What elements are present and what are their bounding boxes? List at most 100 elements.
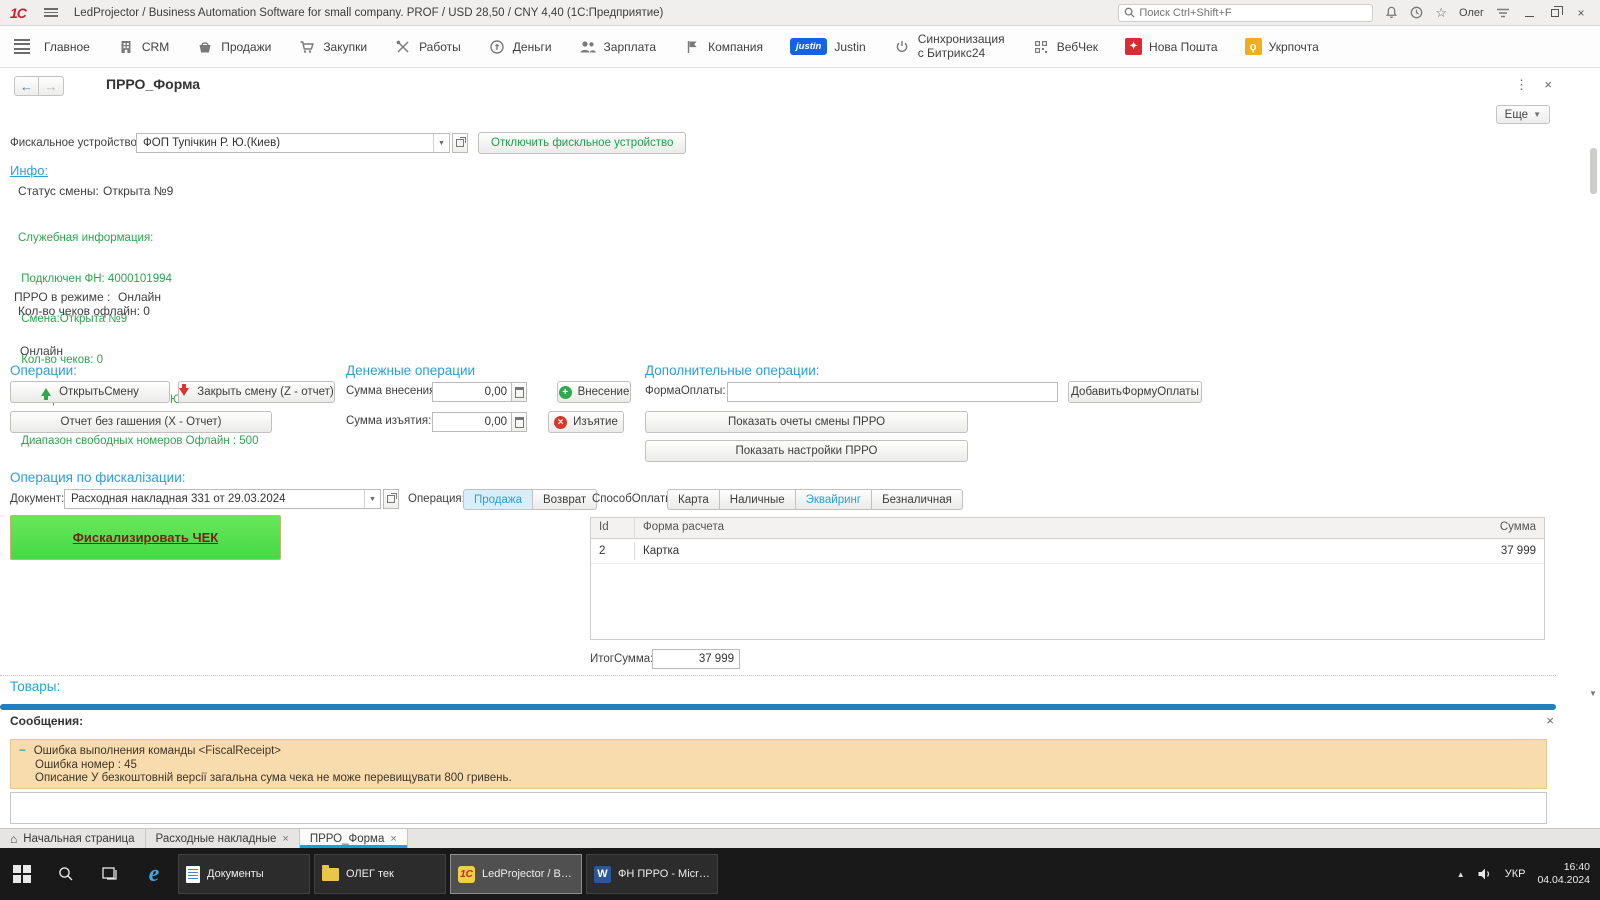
global-search[interactable] [1118, 4, 1373, 22]
column-header-sum[interactable]: Сумма [1434, 518, 1544, 538]
restore-button[interactable] [1548, 6, 1562, 20]
payment-acquiring-option[interactable]: Эквайринг [796, 489, 872, 510]
splitter-bar[interactable] [0, 704, 1556, 710]
close-shift-button[interactable]: Закрыть смену (Z - отчет) [178, 381, 335, 403]
close-tab-icon[interactable]: × [390, 833, 396, 845]
deposit-sum-input[interactable] [432, 382, 511, 402]
close-window-button[interactable]: × [1574, 6, 1588, 20]
withdraw-button[interactable]: × Изъятие [548, 411, 624, 433]
operation-sale-option[interactable]: Продажа [463, 489, 533, 510]
nav-item-bitrix-sync[interactable]: Синхронизация с Битрикс24 [893, 33, 1005, 61]
close-tab-icon[interactable]: × [282, 833, 288, 845]
column-header-id[interactable]: Id [591, 518, 635, 538]
tab-prro-forma[interactable]: ПРРО_Форма × [300, 829, 408, 848]
tab-home[interactable]: ⌂ Начальная страница [0, 829, 146, 848]
open-fiscal-device-link-button[interactable] [452, 133, 468, 153]
collapse-icon[interactable]: − [19, 745, 26, 757]
form-menu-dots-icon[interactable]: ⋮ [1515, 77, 1528, 93]
green-up-arrow-icon [41, 388, 51, 396]
add-payment-form-button[interactable]: ДобавитьФормуОплаты [1068, 381, 1202, 403]
nav-item-nova-poshta[interactable]: ✦ Нова Пошта [1125, 38, 1218, 55]
nav-item-prodazhi[interactable]: Продажи [196, 38, 271, 56]
money-operations-header: Денежные операции [346, 363, 475, 378]
deposit-button[interactable]: + Внесение [557, 381, 631, 403]
chevron-down-icon[interactable]: ▼ [433, 134, 449, 152]
minimize-button[interactable] [1522, 6, 1536, 20]
column-header-form[interactable]: Форма расчета [635, 518, 1434, 538]
fiscalize-check-button[interactable]: Фискализировать ЧЕК [10, 515, 281, 560]
payment-cashless-option[interactable]: Безналичная [872, 489, 963, 510]
task-view-button[interactable] [88, 848, 132, 900]
speaker-icon[interactable] [1477, 867, 1493, 881]
nav-item-kompaniya[interactable]: Компания [683, 38, 763, 56]
nav-item-webchek[interactable]: ВебЧек [1032, 38, 1098, 56]
tab-rashodnye-nakladnye[interactable]: Расходные накладные × [146, 829, 300, 848]
settings-filter-icon[interactable] [1496, 7, 1510, 19]
messages-close-icon[interactable]: × [1546, 713, 1554, 728]
search-input[interactable] [1139, 7, 1367, 19]
payment-form-input[interactable] [727, 382, 1058, 402]
nav-item-glavnoe[interactable]: Главное [44, 40, 90, 54]
taskbar-app-ledprojector[interactable]: 1С LedProjector / Busi... [450, 854, 582, 894]
1c-app-icon: 1С [458, 866, 475, 883]
withdraw-sum-input[interactable] [432, 412, 511, 432]
forward-button[interactable]: → [39, 76, 64, 96]
table-row[interactable]: 2 Картка 37 999 [591, 539, 1544, 564]
open-document-link-button[interactable] [383, 489, 399, 509]
open-shift-button[interactable]: ОткрытьСмену [10, 381, 170, 403]
calculator-icon[interactable] [511, 382, 527, 402]
x-report-button[interactable]: Отчет без гашения (X - Отчет) [10, 411, 272, 433]
notifications-bell-icon[interactable] [1385, 6, 1398, 19]
document-combobox[interactable]: Расходная накладная 331 от 29.03.2024 ▼ [64, 489, 381, 509]
nav-label: CRM [142, 40, 169, 54]
user-menu[interactable]: Олег [1459, 7, 1484, 19]
cell-id: 2 [591, 542, 635, 560]
nav-item-zarplata[interactable]: Зарплата [579, 38, 657, 56]
error-line: Ошибка номер : 45 [19, 759, 1538, 773]
info-link[interactable]: Инфо: [10, 163, 48, 178]
nav-item-zakupki[interactable]: Закупки [298, 38, 367, 56]
language-indicator[interactable]: УКР [1505, 868, 1526, 880]
fiscal-device-combobox[interactable]: ФОП Тупічкин Р. Ю.(Киев) ▼ [136, 133, 450, 153]
task-view-icon [102, 867, 119, 882]
nav-item-raboty[interactable]: Работы [394, 38, 461, 56]
tray-expand-icon[interactable]: ▲ [1457, 870, 1465, 879]
favorites-star-icon[interactable]: ☆ [1435, 6, 1447, 19]
search-icon [1124, 7, 1135, 18]
internet-explorer-button[interactable]: e [132, 848, 176, 900]
payment-card-option[interactable]: Карта [667, 489, 720, 510]
total-sum-input[interactable] [652, 649, 740, 669]
history-clock-icon[interactable] [1410, 6, 1423, 19]
payment-cash-option[interactable]: Наличные [720, 489, 796, 510]
tab-label: Начальная страница [23, 833, 134, 845]
nav-item-crm[interactable]: CRM [117, 38, 169, 56]
nav-item-dengi[interactable]: Деньги [488, 38, 552, 56]
nav-item-ukrposhta[interactable]: ϙ Укрпочта [1245, 38, 1319, 55]
show-shift-reports-button[interactable]: Показать очеты смены ПРРО [645, 411, 968, 433]
payment-method-label: СпособОплаты: [592, 493, 677, 505]
titlebar-menu-icon[interactable] [44, 8, 58, 17]
operation-return-option[interactable]: Возврат [533, 489, 597, 510]
nav-label: ВебЧек [1057, 40, 1098, 54]
clock[interactable]: 16:40 04.04.2024 [1537, 861, 1590, 887]
taskbar-app-documents[interactable]: Документы [178, 854, 310, 894]
form-close-icon[interactable]: × [1544, 77, 1552, 92]
nav-item-justin[interactable]: justin Justin [790, 38, 866, 55]
taskbar-app-oleg-tek[interactable]: ОЛЕГ тек [314, 854, 446, 894]
calculator-icon[interactable] [511, 412, 527, 432]
scroll-down-icon[interactable]: ▼ [1589, 689, 1597, 698]
taskbar-app-word[interactable]: W ФН ПРРО - Micros... [586, 854, 718, 894]
chevron-down-icon[interactable]: ▼ [364, 490, 380, 508]
back-button[interactable]: ← [14, 76, 39, 96]
disconnect-fiscal-device-button[interactable]: Отключить фискльное устройство [478, 132, 686, 154]
search-icon [58, 866, 74, 882]
message-input-area[interactable] [10, 792, 1547, 824]
start-button[interactable] [0, 848, 44, 900]
more-button[interactable]: Еще ▼ [1496, 105, 1550, 124]
taskbar-search-button[interactable] [44, 848, 88, 900]
payment-method-toggle: Карта Наличные Эквайринг Безналичная [667, 489, 963, 510]
scrollbar-thumb[interactable] [1590, 148, 1597, 194]
sections-panel-icon[interactable] [14, 39, 30, 55]
show-prro-settings-button[interactable]: Показать настройки ПРРО [645, 440, 968, 462]
window-title: LedProjector / Business Automation Softw… [74, 7, 663, 19]
